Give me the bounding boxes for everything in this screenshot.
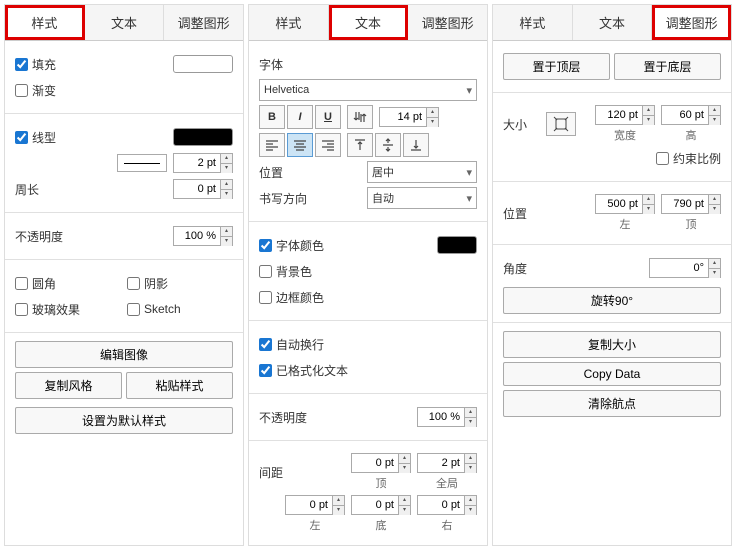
tab-adjust-2[interactable]: 调整图形 bbox=[408, 5, 487, 40]
size-label: 大小 bbox=[503, 116, 527, 133]
tab-adjust-3[interactable]: 调整图形 bbox=[652, 5, 731, 40]
dash-select[interactable] bbox=[117, 154, 167, 172]
line-width-input[interactable]: ▴▾ bbox=[173, 153, 233, 173]
panel-text: 样式 文本 调整图形 字体 Helvetica B I U ▴▾ bbox=[248, 4, 488, 546]
constrain-checkbox[interactable]: 约束比例 bbox=[656, 150, 721, 167]
perimeter-label: 周长 bbox=[15, 181, 39, 198]
font-size-input[interactable]: ▴▾ bbox=[379, 107, 439, 127]
sketch-checkbox[interactable]: Sketch bbox=[127, 302, 233, 316]
autosize-button[interactable] bbox=[546, 112, 576, 136]
spacing-left-input[interactable]: ▴▾ bbox=[285, 495, 345, 515]
set-default-button[interactable]: 设置为默认样式 bbox=[15, 407, 233, 434]
tab-text-3[interactable]: 文本 bbox=[573, 5, 653, 40]
font-label: 字体 bbox=[259, 56, 283, 73]
valign-top-button[interactable] bbox=[347, 133, 373, 157]
font-select[interactable]: Helvetica bbox=[259, 79, 477, 101]
tab-style-2[interactable]: 样式 bbox=[249, 5, 329, 40]
bold-button[interactable]: B bbox=[259, 105, 285, 129]
to-top-button[interactable]: 置于顶层 bbox=[503, 53, 610, 80]
shadow-checkbox[interactable]: 阴影 bbox=[127, 275, 233, 292]
align-center-button[interactable] bbox=[287, 133, 313, 157]
autowrap-checkbox[interactable]: 自动换行 bbox=[259, 336, 324, 353]
opacity-input[interactable]: ▴▾ bbox=[173, 226, 233, 246]
bgcolor-checkbox[interactable]: 背景色 bbox=[259, 263, 312, 280]
clear-waypoint-button[interactable]: 清除航点 bbox=[503, 390, 721, 417]
pos-left-input[interactable]: ▴▾ bbox=[595, 194, 655, 214]
underline-button[interactable]: U bbox=[315, 105, 341, 129]
paste-style-button[interactable]: 粘贴样式 bbox=[126, 372, 233, 399]
tab-text[interactable]: 文本 bbox=[85, 5, 165, 40]
writedir-label: 书写方向 bbox=[259, 190, 307, 207]
position3-label: 位置 bbox=[503, 205, 527, 222]
opacity-label: 不透明度 bbox=[15, 228, 63, 245]
line-checkbox[interactable]: 线型 bbox=[15, 129, 56, 146]
width-input[interactable]: ▴▾ bbox=[595, 105, 655, 125]
spacing-right-input[interactable]: ▴▾ bbox=[417, 495, 477, 515]
position-label: 位置 bbox=[259, 164, 283, 181]
fill-label: 填充 bbox=[32, 56, 56, 73]
align-right-button[interactable] bbox=[315, 133, 341, 157]
fontcolor-checkbox[interactable]: 字体颜色 bbox=[259, 237, 324, 254]
align-left-button[interactable] bbox=[259, 133, 285, 157]
tabs-3: 样式 文本 调整图形 bbox=[493, 5, 731, 41]
gradient-checkbox[interactable]: 渐变 bbox=[15, 82, 56, 99]
spacing-bottom-input[interactable]: ▴▾ bbox=[351, 495, 411, 515]
formatted-checkbox[interactable]: 已格式化文本 bbox=[259, 362, 348, 379]
pos-top-input[interactable]: ▴▾ bbox=[661, 194, 721, 214]
spacing-label: 间距 bbox=[259, 464, 283, 481]
tabs-1: 样式 文本 调整图形 bbox=[5, 5, 243, 41]
copy-style-button[interactable]: 复制风格 bbox=[15, 372, 122, 399]
height-input[interactable]: ▴▾ bbox=[661, 105, 721, 125]
fill-swatch[interactable] bbox=[173, 55, 233, 73]
copy-size-button[interactable]: 复制大小 bbox=[503, 331, 721, 358]
panel-style: 样式 文本 调整图形 填充 渐变 线型 ▴▾ 周长 ▴▾ bbox=[4, 4, 244, 546]
tabs-2: 样式 文本 调整图形 bbox=[249, 5, 487, 41]
copy-data-button[interactable]: Copy Data bbox=[503, 362, 721, 386]
valign-bottom-button[interactable] bbox=[403, 133, 429, 157]
valign-middle-button[interactable] bbox=[375, 133, 401, 157]
fill-checkbox[interactable]: 填充 bbox=[15, 56, 56, 73]
rotate90-button[interactable]: 旋转90° bbox=[503, 287, 721, 314]
tab-style[interactable]: 样式 bbox=[5, 5, 85, 40]
bordercolor-checkbox[interactable]: 边框颜色 bbox=[259, 289, 324, 306]
rounded-checkbox[interactable]: 圆角 bbox=[15, 275, 121, 292]
italic-button[interactable]: I bbox=[287, 105, 313, 129]
panel-adjust: 样式 文本 调整图形 置于顶层 置于底层 大小 ▴▾宽度 ▴▾高 bbox=[492, 4, 732, 546]
fontcolor-swatch[interactable] bbox=[437, 236, 477, 254]
line-label: 线型 bbox=[32, 129, 56, 146]
gradient-label: 渐变 bbox=[32, 82, 56, 99]
angle-input[interactable]: ▴▾ bbox=[649, 258, 721, 278]
tab-adjust[interactable]: 调整图形 bbox=[164, 5, 243, 40]
to-bottom-button[interactable]: 置于底层 bbox=[614, 53, 721, 80]
opacity2-input[interactable]: ▴▾ bbox=[417, 407, 477, 427]
perimeter-input[interactable]: ▴▾ bbox=[173, 179, 233, 199]
glass-checkbox[interactable]: 玻璃效果 bbox=[15, 301, 121, 318]
spacing-top-input[interactable]: ▴▾ bbox=[351, 453, 411, 473]
edit-image-button[interactable]: 编辑图像 bbox=[15, 341, 233, 368]
opacity2-label: 不透明度 bbox=[259, 409, 307, 426]
text-direction-button[interactable] bbox=[347, 105, 373, 129]
writedir-select[interactable]: 自动 bbox=[367, 187, 477, 209]
position-select[interactable]: 居中 bbox=[367, 161, 477, 183]
angle-label: 角度 bbox=[503, 260, 527, 277]
tab-text-2[interactable]: 文本 bbox=[329, 5, 409, 40]
tab-style-3[interactable]: 样式 bbox=[493, 5, 573, 40]
line-swatch[interactable] bbox=[173, 128, 233, 146]
spacing-global-input[interactable]: ▴▾ bbox=[417, 453, 477, 473]
